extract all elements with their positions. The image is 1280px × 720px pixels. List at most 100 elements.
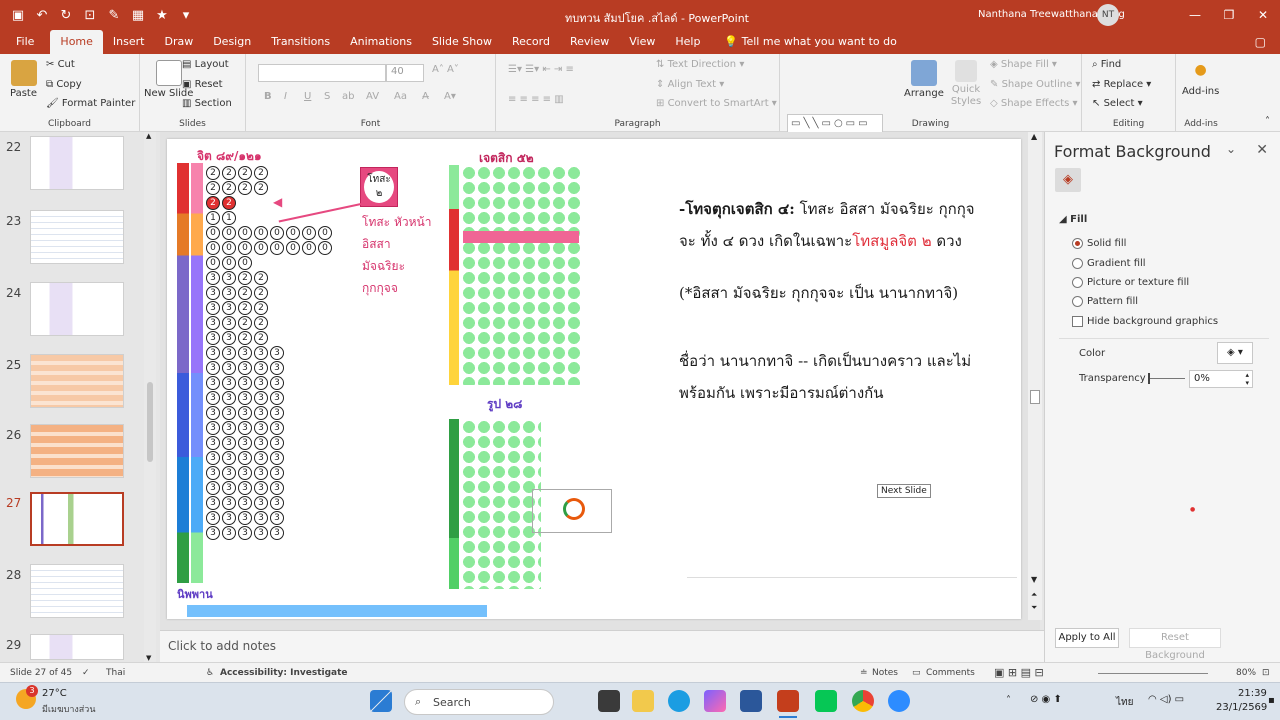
shapes-icon[interactable]: ▦ <box>128 8 148 23</box>
scroll-thumb[interactable] <box>1030 390 1040 404</box>
chrome-icon[interactable] <box>852 690 874 712</box>
edge-icon[interactable] <box>668 690 690 712</box>
zoom-slider[interactable] <box>1098 673 1208 674</box>
tab-transitions[interactable]: Transitions <box>261 30 340 54</box>
tab-design[interactable]: Design <box>203 30 261 54</box>
case-button[interactable]: Aa <box>394 91 407 102</box>
copy-button[interactable]: ⧉ Copy <box>46 79 82 90</box>
text-direction-button[interactable]: ⇅ Text Direction ▾ <box>656 59 744 70</box>
tab-help[interactable]: Help <box>665 30 710 54</box>
file-explorer-icon[interactable] <box>632 690 654 712</box>
transparency-slider-thumb[interactable] <box>1148 373 1150 384</box>
fit-slide-icon[interactable]: ⊡ <box>1262 668 1270 678</box>
line-icon[interactable] <box>815 690 837 712</box>
minimize-button[interactable]: — <box>1178 0 1212 30</box>
picture-fill-radio[interactable] <box>1072 277 1083 288</box>
zoom-icon[interactable] <box>888 690 910 712</box>
find-button[interactable]: ⌕ Find <box>1092 59 1121 70</box>
accessibility-icon[interactable]: ♿ <box>206 668 214 678</box>
shadow-button[interactable]: ab <box>342 91 354 102</box>
reset-button[interactable]: ▣ Reset <box>182 79 223 90</box>
hide-graphics-checkbox[interactable] <box>1072 316 1083 327</box>
notes-toggle[interactable]: Notes <box>872 668 898 678</box>
bold-button[interactable]: B <box>264 91 272 102</box>
strikethrough-button[interactable]: S <box>324 91 330 102</box>
next-slide-icon[interactable]: ⏷ <box>1031 603 1037 613</box>
fill-tab-icon[interactable]: ◈ <box>1055 168 1081 192</box>
italic-button[interactable]: I <box>284 91 287 102</box>
tell-me-search[interactable]: 💡 Tell me what you want to do <box>710 30 896 54</box>
thumbnail-26[interactable]: 26 <box>0 422 158 492</box>
accessibility-status[interactable]: Accessibility: Investigate <box>220 668 348 678</box>
language-switch[interactable]: ไทย <box>1116 695 1133 710</box>
previous-slide-icon[interactable]: ⏶ <box>1031 590 1037 600</box>
tray-chevron-icon[interactable]: ˄ <box>1006 695 1011 706</box>
thumbnail-25[interactable]: 25 <box>0 352 158 422</box>
notes-pane[interactable]: Click to add notes <box>160 630 1044 662</box>
addins-button[interactable]: ● Add-ins <box>1182 62 1219 97</box>
weather-temp[interactable]: 27°C <box>42 688 67 699</box>
spacing-button[interactable]: AV <box>366 91 379 102</box>
pen-icon[interactable]: ✎ <box>104 8 124 23</box>
zoom-level[interactable]: 80% <box>1236 668 1256 678</box>
spinner-icon[interactable]: ▴ ▾ <box>1245 371 1249 387</box>
tab-slide-show[interactable]: Slide Show <box>422 30 502 54</box>
thumbnail-28[interactable]: 28 <box>0 562 158 632</box>
pane-close-icon[interactable]: ✕ <box>1256 142 1268 158</box>
font-size-combo[interactable]: 40 <box>386 64 424 82</box>
tab-home[interactable]: Home <box>50 30 103 54</box>
tab-draw[interactable]: Draw <box>154 30 203 54</box>
cut-button[interactable]: ✂ Cut <box>46 59 75 70</box>
tray-icons[interactable]: ⊘ ◉ ⬆ <box>1030 694 1062 705</box>
clock-date[interactable]: 23/1/2569 <box>1216 702 1267 713</box>
star-icon[interactable]: ★ <box>152 8 172 23</box>
collapse-ribbon-icon[interactable]: ˄ <box>1265 116 1270 127</box>
fill-section-header[interactable]: ◢ Fill <box>1059 214 1087 225</box>
redo-icon[interactable]: ↻ <box>56 8 76 23</box>
convert-smartart-button[interactable]: ⊞ Convert to SmartArt ▾ <box>656 98 777 109</box>
powerpoint-icon[interactable] <box>777 690 799 712</box>
scroll-thumb[interactable] <box>147 382 153 462</box>
close-button[interactable]: ✕ <box>1246 0 1280 30</box>
start-icon[interactable] <box>370 690 392 712</box>
shape-fill-button[interactable]: ◈ Shape Fill ▾ <box>990 59 1057 70</box>
network-icon[interactable]: ◠ ◁) ▭ <box>1148 694 1184 705</box>
select-button[interactable]: ↖ Select ▾ <box>1092 98 1143 109</box>
normal-view-icon[interactable]: ▣ ⊞ ▤ ⊟ <box>994 666 1044 679</box>
clock-time[interactable]: 21:39 <box>1238 688 1267 699</box>
tab-file[interactable]: File <box>0 30 50 54</box>
arrange-button[interactable]: Arrange <box>904 60 944 99</box>
search-box[interactable]: ⌕ Search <box>404 689 554 715</box>
transparency-slider[interactable] <box>1149 378 1185 379</box>
grow-font-icon[interactable]: A˄ A˅ <box>432 64 459 75</box>
tab-view[interactable]: View <box>619 30 665 54</box>
save-icon[interactable]: ▣ <box>8 8 28 23</box>
align-icons[interactable]: ≡ ≡ ≡ ≡ ▥ <box>508 94 564 105</box>
notes-icon[interactable]: ≐ <box>860 668 868 678</box>
comments-icon[interactable]: ▭ <box>912 668 921 678</box>
pane-options-icon[interactable]: ⌄ <box>1226 142 1236 156</box>
thumbnail-27[interactable]: 27 <box>0 490 158 560</box>
underline-button[interactable]: U <box>304 91 311 102</box>
layout-button[interactable]: ▤ Layout <box>182 59 229 70</box>
replace-button[interactable]: ⇄ Replace ▾ <box>1092 79 1151 90</box>
reset-background-button[interactable]: Reset Background <box>1129 628 1221 661</box>
scroll-up-icon[interactable]: ▲ <box>1031 132 1037 141</box>
tab-animations[interactable]: Animations <box>340 30 422 54</box>
scroll-up-icon[interactable]: ▲ <box>146 132 151 140</box>
paste-button[interactable]: Paste <box>10 60 37 99</box>
pattern-fill-radio[interactable] <box>1072 296 1083 307</box>
font-name-combo[interactable] <box>258 64 386 82</box>
thumbnail-23[interactable]: 23 <box>0 208 158 278</box>
weather-desc[interactable]: มีเมฆบางส่วน <box>42 702 95 716</box>
language-indicator[interactable]: Thai <box>106 668 125 678</box>
scroll-down-icon[interactable]: ▼ <box>146 654 151 662</box>
format-painter-button[interactable]: 🖌 Format Painter <box>46 98 135 109</box>
slide-counter[interactable]: Slide 27 of 45 <box>10 668 72 678</box>
avatar[interactable]: NT <box>1097 4 1119 26</box>
clear-format-icon[interactable]: A̶ <box>422 91 429 102</box>
bullets-icon[interactable]: ☰▾ ☰▾ ⇤ ⇥ ≡ <box>508 64 574 75</box>
thumbnail-scrollbar[interactable]: ▲ ▼ <box>144 132 156 662</box>
tab-review[interactable]: Review <box>560 30 619 54</box>
shape-effects-button[interactable]: ◇ Shape Effects ▾ <box>990 98 1078 109</box>
